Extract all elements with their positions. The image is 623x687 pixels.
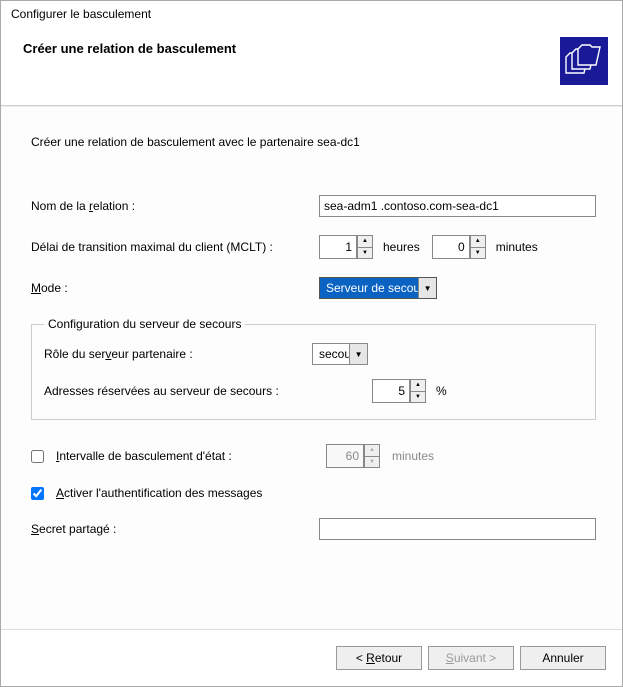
mode-select-value: Serveur de secours [326, 281, 430, 295]
reserved-pct-down[interactable]: ▼ [410, 391, 426, 404]
state-interval-label: Intervalle de basculement d'état : [56, 449, 318, 463]
state-interval-up: ▲ [364, 444, 380, 456]
cancel-button[interactable]: Annuler [520, 646, 606, 670]
relation-name-label: Nom de la relation : [31, 199, 311, 213]
state-interval-input [326, 444, 364, 468]
mclt-minutes-input[interactable] [432, 235, 470, 259]
next-button: Suivant > [428, 646, 514, 670]
mclt-hours-input[interactable] [319, 235, 357, 259]
state-interval-unit: minutes [392, 449, 434, 463]
mclt-hours-up[interactable]: ▲ [357, 235, 373, 247]
intro-text: Créer une relation de basculement avec l… [31, 135, 596, 149]
hours-unit: heures [383, 240, 420, 254]
folders-icon [560, 37, 608, 85]
reserved-pct-input[interactable] [372, 379, 410, 403]
enable-auth-checkbox[interactable] [31, 487, 44, 500]
state-interval-checkbox[interactable] [31, 450, 44, 463]
window-title: Configurer le basculement [1, 1, 622, 23]
mclt-minutes-down[interactable]: ▼ [470, 247, 486, 260]
relation-name-input[interactable] [319, 195, 596, 217]
shared-secret-input[interactable] [319, 518, 596, 540]
mclt-minutes-up[interactable]: ▲ [470, 235, 486, 247]
partner-role-select[interactable]: secours ▼ [312, 343, 368, 365]
minutes-unit: minutes [496, 240, 538, 254]
back-button[interactable]: < Retour [336, 646, 422, 670]
percent-unit: % [436, 384, 447, 398]
page-title: Créer une relation de basculement [23, 37, 236, 56]
chevron-down-icon: ▼ [418, 278, 436, 298]
mclt-label: Délai de transition maximal du client (M… [31, 240, 311, 254]
reserved-pct-up[interactable]: ▲ [410, 379, 426, 391]
mode-label: Mode : [31, 281, 311, 295]
mode-select[interactable]: Serveur de secours ▼ [319, 277, 437, 299]
state-interval-down: ▼ [364, 456, 380, 469]
groupbox-legend: Configuration du serveur de secours [44, 317, 245, 331]
mclt-hours-down[interactable]: ▼ [357, 247, 373, 260]
shared-secret-label: Secret partagé : [31, 522, 311, 536]
reserved-addr-label: Adresses réservées au serveur de secours… [44, 384, 364, 398]
standby-config-group: Configuration du serveur de secours Rôle… [31, 317, 596, 420]
partner-role-label: Rôle du serveur partenaire : [44, 347, 304, 361]
enable-auth-label: Activer l'authentification des messages [56, 486, 262, 500]
chevron-down-icon: ▼ [349, 344, 367, 364]
